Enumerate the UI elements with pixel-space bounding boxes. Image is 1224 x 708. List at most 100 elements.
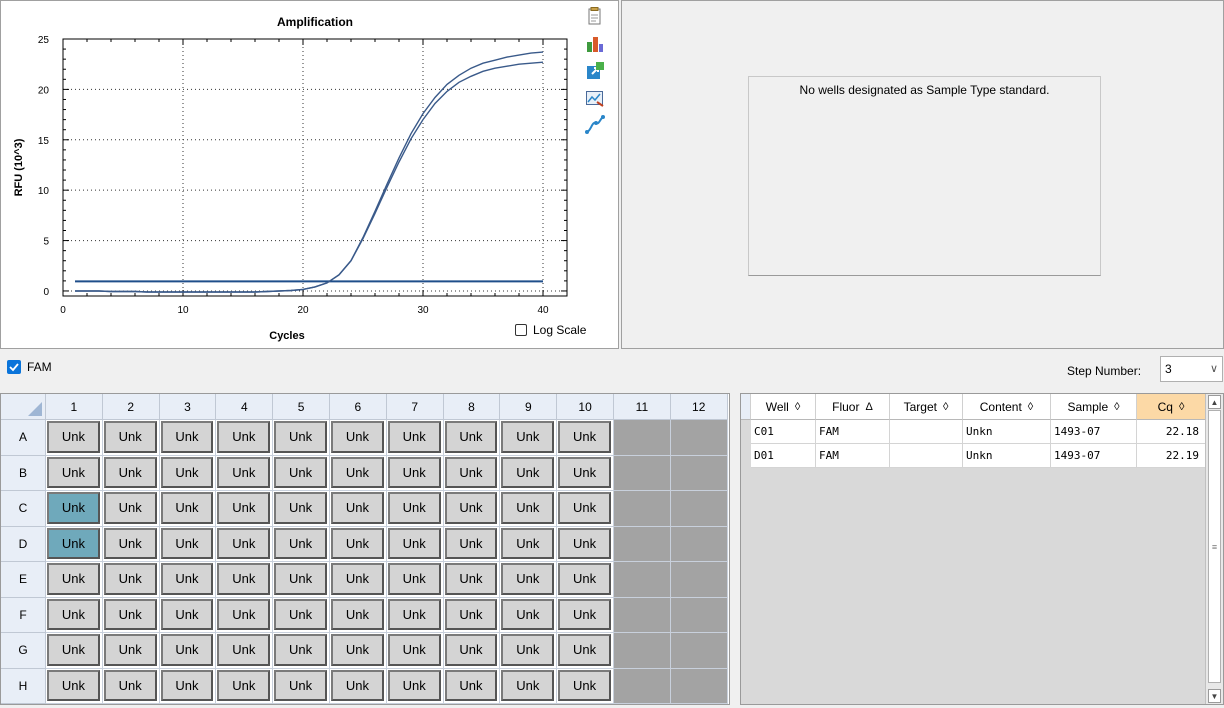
- curve-icon[interactable]: [585, 115, 605, 135]
- results-column-header-fluor[interactable]: Fluor Δ: [816, 394, 890, 420]
- step-number-select[interactable]: 3 ∨: [1160, 356, 1223, 382]
- plate-row-header-E[interactable]: E: [1, 562, 46, 598]
- plate-well-D9[interactable]: Unk: [501, 527, 555, 559]
- plate-well-F5[interactable]: Unk: [274, 598, 327, 630]
- plate-well-D6[interactable]: Unk: [331, 527, 384, 559]
- plate-well-E6[interactable]: Unk: [331, 563, 384, 595]
- plate-well-A7[interactable]: Unk: [387, 421, 441, 453]
- plate-row-header-A[interactable]: A: [1, 420, 46, 456]
- plate-well-empty-G12[interactable]: [670, 633, 728, 669]
- plate-well-H3[interactable]: Unk: [160, 669, 214, 701]
- plate-well-B5[interactable]: Unk: [274, 456, 327, 488]
- plate-well-C4[interactable]: Unk: [217, 492, 271, 524]
- plate-well-empty-B12[interactable]: [670, 455, 728, 491]
- plate-well-H6[interactable]: Unk: [331, 669, 384, 701]
- plate-well-C6[interactable]: Unk: [331, 492, 384, 524]
- chart-options-icon[interactable]: [585, 88, 605, 108]
- plate-well-G9[interactable]: Unk: [501, 634, 555, 666]
- plate-well-C5[interactable]: Unk: [274, 492, 327, 524]
- plate-well-G5[interactable]: Unk: [274, 634, 327, 666]
- plate-well-G8[interactable]: Unk: [444, 634, 498, 666]
- plate-well-G6[interactable]: Unk: [331, 634, 384, 666]
- fam-checkbox[interactable]: [7, 360, 21, 374]
- plate-well-D1[interactable]: Unk: [47, 527, 100, 559]
- plate-well-B6[interactable]: Unk: [331, 456, 384, 488]
- plate-well-A5[interactable]: Unk: [274, 421, 327, 453]
- results-column-header-content[interactable]: Content ◊: [963, 394, 1051, 420]
- amplification-curve-2[interactable]: [75, 61, 544, 293]
- plate-well-G7[interactable]: Unk: [387, 634, 441, 666]
- plate-well-A2[interactable]: Unk: [103, 421, 157, 453]
- plate-well-F8[interactable]: Unk: [444, 598, 498, 630]
- plate-column-header-2[interactable]: 2: [102, 394, 160, 420]
- plate-well-A10[interactable]: Unk: [558, 421, 611, 453]
- plate-column-header-11[interactable]: 11: [614, 394, 671, 420]
- export-icon[interactable]: [585, 61, 605, 81]
- results-column-header-cq[interactable]: Cq ◊: [1137, 394, 1206, 420]
- plate-well-empty-E11[interactable]: [614, 562, 671, 598]
- plate-well-B7[interactable]: Unk: [387, 456, 441, 488]
- plate-well-D3[interactable]: Unk: [160, 527, 214, 559]
- results-scrollbar[interactable]: ▲ ≡ ▼: [1205, 394, 1223, 704]
- plate-well-F3[interactable]: Unk: [160, 598, 214, 630]
- color-icon[interactable]: [585, 34, 605, 54]
- plate-well-empty-F11[interactable]: [614, 597, 671, 633]
- plate-well-E1[interactable]: Unk: [47, 563, 100, 595]
- amplification-curve-1[interactable]: [75, 51, 544, 293]
- plate-well-C10[interactable]: Unk: [558, 492, 611, 524]
- plate-column-header-6[interactable]: 6: [330, 394, 387, 420]
- plate-well-empty-A11[interactable]: [614, 420, 671, 456]
- plate-well-E3[interactable]: Unk: [160, 563, 214, 595]
- plate-well-empty-C12[interactable]: [670, 491, 728, 527]
- plate-column-header-12[interactable]: 12: [670, 394, 728, 420]
- results-column-header-sample[interactable]: Sample ◊: [1051, 394, 1137, 420]
- plate-row-header-F[interactable]: F: [1, 597, 46, 633]
- plate-row-header-H[interactable]: H: [1, 668, 46, 704]
- plate-well-E2[interactable]: Unk: [103, 563, 157, 595]
- plate-row-header-D[interactable]: D: [1, 526, 46, 562]
- plate-well-E7[interactable]: Unk: [387, 563, 441, 595]
- plate-well-G3[interactable]: Unk: [160, 634, 214, 666]
- plate-well-D8[interactable]: Unk: [444, 527, 498, 559]
- plate-well-B3[interactable]: Unk: [160, 456, 214, 488]
- plate-well-F10[interactable]: Unk: [558, 598, 611, 630]
- plate-well-empty-D12[interactable]: [670, 526, 728, 562]
- plate-well-C2[interactable]: Unk: [103, 492, 157, 524]
- plate-well-empty-C11[interactable]: [614, 491, 671, 527]
- plate-well-H9[interactable]: Unk: [501, 669, 555, 701]
- results-column-header-well[interactable]: Well ◊: [751, 394, 816, 420]
- plate-well-empty-G11[interactable]: [614, 633, 671, 669]
- plate-well-H8[interactable]: Unk: [444, 669, 498, 701]
- plate-well-C7[interactable]: Unk: [387, 492, 441, 524]
- plate-well-B1[interactable]: Unk: [47, 456, 100, 488]
- plate-well-B2[interactable]: Unk: [103, 456, 157, 488]
- plate-well-empty-F12[interactable]: [670, 597, 728, 633]
- plate-well-E4[interactable]: Unk: [217, 563, 271, 595]
- plate-well-D10[interactable]: Unk: [558, 527, 611, 559]
- plate-row-header-B[interactable]: B: [1, 455, 46, 491]
- plate-well-D7[interactable]: Unk: [387, 527, 441, 559]
- plate-well-H10[interactable]: Unk: [558, 669, 611, 701]
- plate-well-A4[interactable]: Unk: [217, 421, 271, 453]
- scroll-up-icon[interactable]: ▲: [1208, 395, 1221, 409]
- plate-well-B8[interactable]: Unk: [444, 456, 498, 488]
- plate-well-A1[interactable]: Unk: [47, 421, 100, 453]
- plate-well-E8[interactable]: Unk: [444, 563, 498, 595]
- plate-well-C1[interactable]: Unk: [47, 492, 100, 524]
- plate-well-empty-A12[interactable]: [670, 420, 728, 456]
- plate-well-H4[interactable]: Unk: [217, 669, 271, 701]
- plate-well-G10[interactable]: Unk: [558, 634, 611, 666]
- plate-row-header-C[interactable]: C: [1, 491, 46, 527]
- plate-well-A6[interactable]: Unk: [331, 421, 384, 453]
- plate-well-empty-H11[interactable]: [614, 668, 671, 704]
- plate-column-header-9[interactable]: 9: [500, 394, 558, 420]
- scrollbar-thumb[interactable]: ≡: [1208, 410, 1221, 683]
- plate-well-A8[interactable]: Unk: [444, 421, 498, 453]
- plate-well-empty-E12[interactable]: [670, 562, 728, 598]
- plate-well-E5[interactable]: Unk: [274, 563, 327, 595]
- plate-well-G1[interactable]: Unk: [47, 634, 100, 666]
- plate-well-C9[interactable]: Unk: [501, 492, 555, 524]
- plate-well-E10[interactable]: Unk: [558, 563, 611, 595]
- plate-well-E9[interactable]: Unk: [501, 563, 555, 595]
- plate-select-all-corner[interactable]: [1, 394, 46, 420]
